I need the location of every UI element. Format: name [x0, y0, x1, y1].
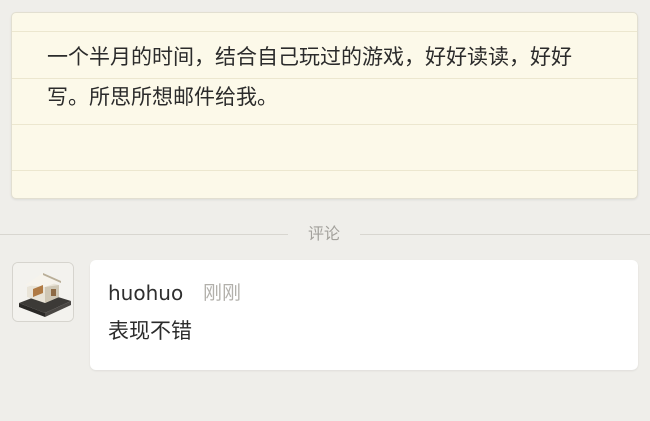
avatar[interactable]: [12, 262, 74, 322]
comments-label: 评论: [307, 224, 340, 243]
comment-bubble: huohuo 刚刚 表现不错: [90, 260, 638, 370]
divider-line-right: [360, 234, 650, 235]
comment-author[interactable]: huohuo: [108, 280, 183, 306]
note-card: 一个半月的时间，结合自己玩过的游戏，好好读读，好好写。所思所想邮件给我。: [11, 12, 638, 199]
comment-time: 刚刚: [203, 282, 242, 304]
comments-divider: 评论: [0, 224, 650, 244]
divider-line-left: [0, 234, 288, 235]
comment-text: 表现不错: [108, 319, 192, 343]
house-model-icon: [13, 263, 73, 321]
note-text: 一个半月的时间，结合自己玩过的游戏，好好读读，好好写。所思所想邮件给我。: [47, 45, 572, 109]
